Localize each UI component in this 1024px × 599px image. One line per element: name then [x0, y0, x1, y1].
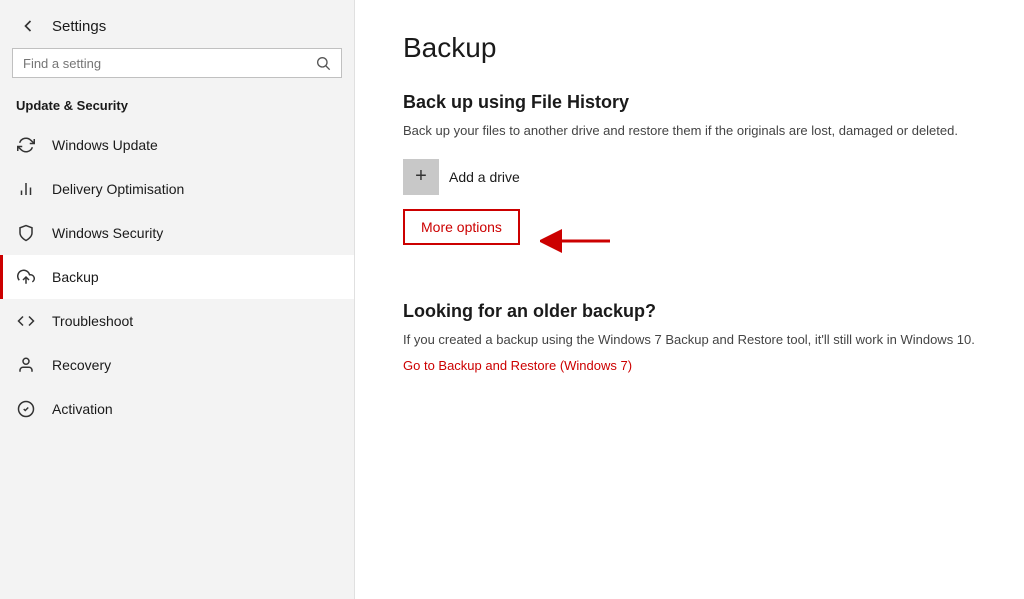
sidebar-item-activation[interactable]: Activation: [0, 387, 354, 431]
back-button[interactable]: [16, 14, 40, 38]
backup-section-heading: Back up using File History: [403, 92, 976, 113]
chart-icon: [16, 179, 36, 199]
sidebar-item-label: Windows Update: [52, 137, 158, 153]
sidebar-item-label: Activation: [52, 401, 113, 417]
plus-icon: +: [403, 159, 439, 195]
page-title: Backup: [403, 32, 976, 64]
search-input[interactable]: [23, 56, 307, 71]
sidebar-header: Settings: [0, 0, 354, 48]
upload-icon: [16, 267, 36, 287]
sidebar: Settings Update & Security Windows Updat…: [0, 0, 355, 599]
refresh-icon: [16, 135, 36, 155]
older-backup-heading: Looking for an older backup?: [403, 301, 976, 322]
add-drive-button[interactable]: + Add a drive: [403, 159, 520, 195]
section-label: Update & Security: [0, 90, 354, 123]
sidebar-item-recovery[interactable]: Recovery: [0, 343, 354, 387]
search-icon: [315, 55, 331, 71]
sidebar-item-backup[interactable]: Backup: [0, 255, 354, 299]
red-arrow-annotation: [540, 227, 620, 255]
search-box: [12, 48, 342, 78]
sidebar-item-label: Backup: [52, 269, 99, 285]
sidebar-item-label: Recovery: [52, 357, 111, 373]
sidebar-item-troubleshoot[interactable]: Troubleshoot: [0, 299, 354, 343]
more-options-button[interactable]: More options: [403, 209, 520, 245]
add-drive-label: Add a drive: [449, 169, 520, 185]
sidebar-item-windows-security[interactable]: Windows Security: [0, 211, 354, 255]
sidebar-item-windows-update[interactable]: Windows Update: [0, 123, 354, 167]
main-content: Backup Back up using File History Back u…: [355, 0, 1024, 599]
older-backup-description: If you created a backup using the Window…: [403, 330, 976, 350]
sidebar-title: Settings: [52, 18, 106, 35]
shield-icon: [16, 223, 36, 243]
circle-check-icon: [16, 399, 36, 419]
sidebar-item-delivery-optimisation[interactable]: Delivery Optimisation: [0, 167, 354, 211]
backup-restore-link[interactable]: Go to Backup and Restore (Windows 7): [403, 358, 632, 373]
more-options-wrapper: More options: [403, 209, 976, 273]
sidebar-item-label: Windows Security: [52, 225, 163, 241]
sidebar-item-label: Delivery Optimisation: [52, 181, 184, 197]
person-icon: [16, 355, 36, 375]
sidebar-item-label: Troubleshoot: [52, 313, 133, 329]
wrench-icon: [16, 311, 36, 331]
back-icon: [18, 16, 38, 36]
backup-section-description: Back up your files to another drive and …: [403, 121, 976, 141]
